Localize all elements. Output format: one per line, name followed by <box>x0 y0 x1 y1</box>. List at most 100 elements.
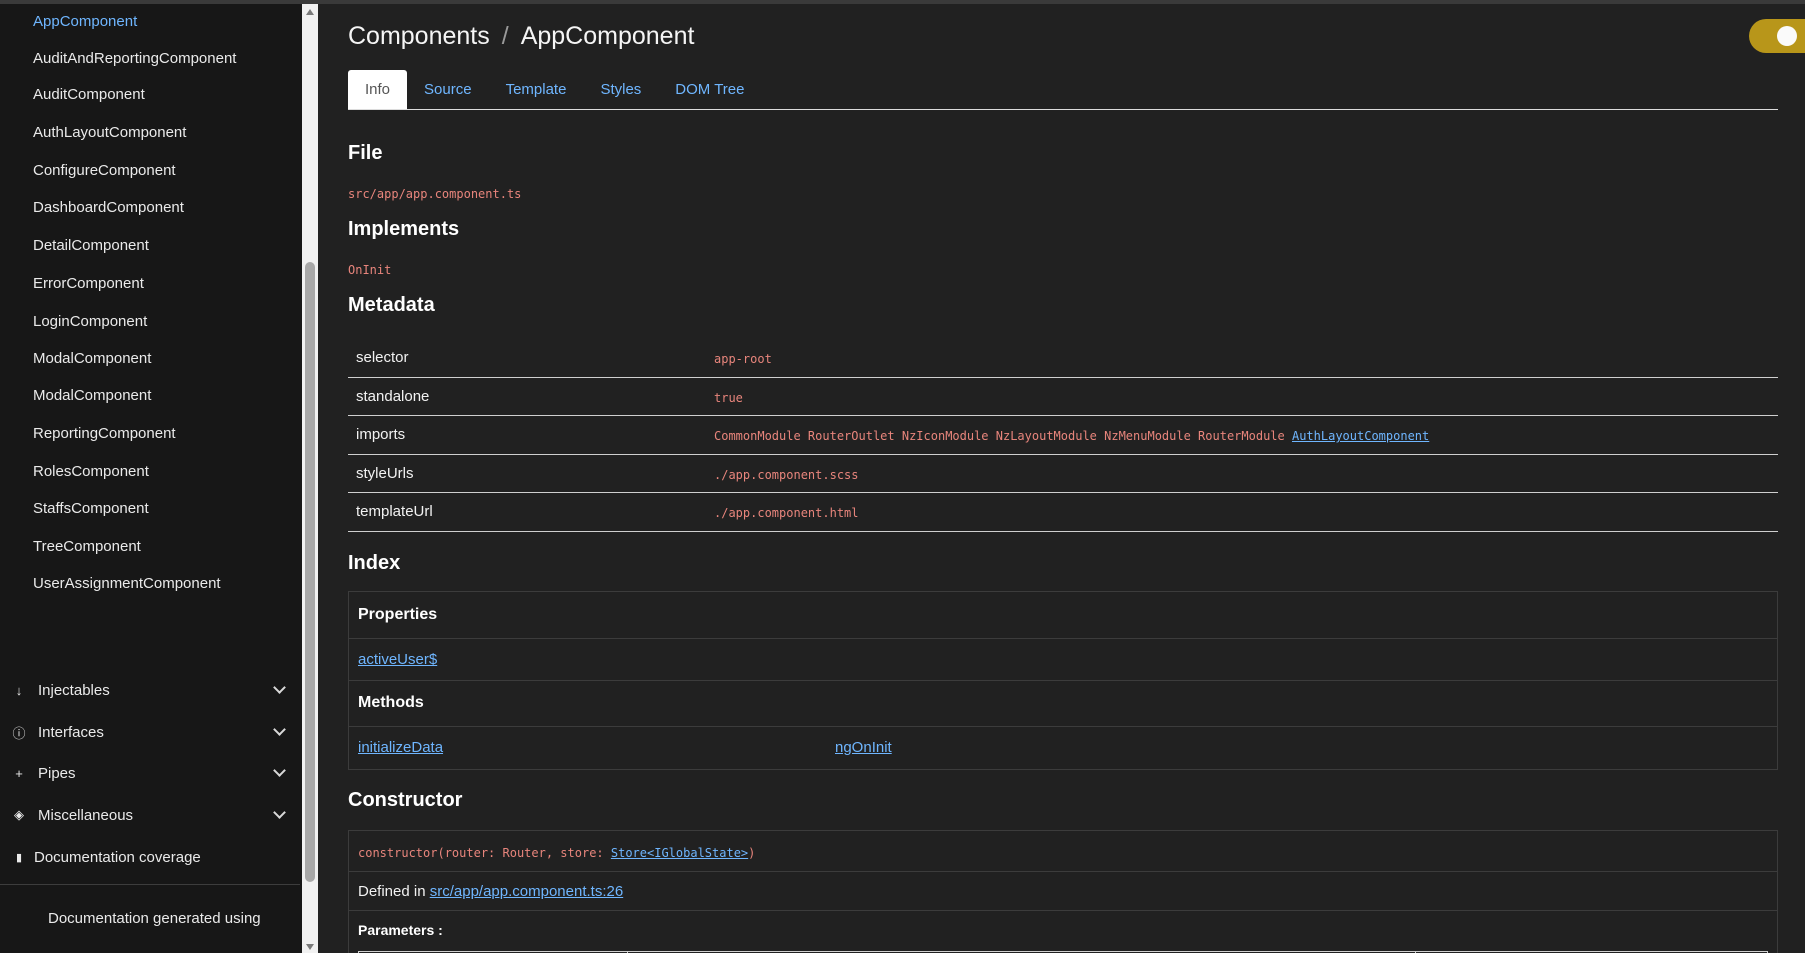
sidebar-group-injectables[interactable]: ↓ Injectables <box>12 677 290 703</box>
sidebar: AppComponent AuditAndReportingComponent … <box>0 4 302 953</box>
metadata-key: styleUrls <box>356 464 414 482</box>
metadata-value: app-root <box>714 352 772 366</box>
index-properties-row: activeUser$ <box>349 639 1777 681</box>
tab-template[interactable]: Template <box>489 70 584 109</box>
parameters-label: Parameters : <box>358 922 443 938</box>
breadcrumb: Components / AppComponent <box>348 22 694 51</box>
chevron-down-icon[interactable] <box>273 764 286 777</box>
sidebar-item-configurecomponent[interactable]: ConfigureComponent <box>33 159 176 183</box>
index-properties-header-row: Properties <box>349 592 1777 639</box>
table-row: templateUrl ./app.component.html <box>348 493 1778 532</box>
constructor-signature: constructor(router: Router, store: Store… <box>358 846 755 860</box>
sidebar-group-miscellaneous[interactable]: ◈ Miscellaneous <box>12 802 290 828</box>
metadata-value: ./app.component.scss <box>714 467 859 482</box>
sidebar-item-modalcomponent-2[interactable]: ModalComponent <box>33 384 151 408</box>
theme-toggle[interactable] <box>1749 19 1805 53</box>
sidebar-scrollbar[interactable] <box>302 4 318 953</box>
metadata-key: selector <box>356 349 409 366</box>
chevron-down-icon[interactable] <box>273 681 286 694</box>
sidebar-item-staffscomponent[interactable]: StaffsComponent <box>33 497 149 521</box>
metadata-heading: Metadata <box>348 294 435 316</box>
index-heading: Index <box>348 552 401 574</box>
sidebar-item-documentation-coverage[interactable]: ▮ Documentation coverage <box>12 844 290 870</box>
divider <box>349 910 1777 911</box>
sidebar-group-pipes[interactable]: + Pipes <box>12 760 290 786</box>
sidebar-item-rolescomponent[interactable]: RolesComponent <box>33 460 149 484</box>
sidebar-group-label: Pipes <box>38 764 76 782</box>
signature-suffix: ) <box>748 846 756 860</box>
implements-heading: Implements <box>348 218 460 240</box>
signature-prefix: constructor(router: Router, store: <box>358 846 611 860</box>
file-heading: File <box>348 142 383 164</box>
tab-dom-tree[interactable]: DOM Tree <box>658 70 761 109</box>
property-link-activeuser[interactable]: activeUser$ <box>358 651 437 668</box>
sidebar-group-label: Miscellaneous <box>38 806 134 824</box>
tab-styles[interactable]: Styles <box>583 70 658 109</box>
defined-in-link[interactable]: src/app/app.component.ts:26 <box>430 883 623 900</box>
tab-info[interactable]: Info <box>348 70 408 109</box>
scroll-down-arrow-icon[interactable] <box>306 944 314 950</box>
metadata-value: ./app.component.html <box>714 506 859 520</box>
breadcrumb-parent[interactable]: Components <box>348 22 490 51</box>
metadata-key: standalone <box>356 387 430 405</box>
method-link-ngoninit[interactable]: ngOnInit <box>835 739 892 756</box>
properties-heading: Properties <box>358 606 438 623</box>
breadcrumb-current: AppComponent <box>520 22 695 50</box>
metadata-key: templateUrl <box>356 503 433 520</box>
authlayoutcomponent-link[interactable]: AuthLayoutComponent <box>1292 429 1429 443</box>
table-row: imports CommonModule RouterOutlet NzIcon… <box>348 416 1778 455</box>
sidebar-item-detailcomponent[interactable]: DetailComponent <box>33 234 149 258</box>
sidebar-item-dashboardcomponent[interactable]: DashboardComponent <box>33 196 184 220</box>
chevron-down-icon[interactable] <box>273 723 286 736</box>
sidebar-item-userassignmentcomponent[interactable]: UserAssignmentComponent <box>33 572 221 596</box>
tab-bar: Info Source Template Styles DOM Tree <box>348 70 1778 110</box>
imports-text: CommonModule RouterOutlet NzIconModule N… <box>714 429 1285 443</box>
sidebar-item-appcomponent[interactable]: AppComponent <box>33 10 137 34</box>
metadata-value: true <box>714 390 743 405</box>
cube-icon: ◈ <box>14 807 24 822</box>
bar-chart-icon: ▮ <box>15 851 23 864</box>
sidebar-item-auditcomponent[interactable]: AuditComponent <box>33 83 145 107</box>
methods-heading: Methods <box>358 694 424 711</box>
sidebar-divider <box>0 884 300 885</box>
scroll-up-arrow-icon[interactable] <box>306 9 314 15</box>
table-row: standalone true <box>348 378 1778 416</box>
sidebar-item-treecomponent[interactable]: TreeComponent <box>33 535 141 559</box>
sidebar-group-label: Injectables <box>38 681 110 699</box>
sidebar-item-authlayoutcomponent[interactable]: AuthLayoutComponent <box>33 121 186 145</box>
sidebar-item-modalcomponent[interactable]: ModalComponent <box>33 347 151 371</box>
arrow-down-icon: ↓ <box>15 682 23 698</box>
file-path: src/app/app.component.ts <box>348 187 522 201</box>
index-methods-header-row: Methods <box>349 681 1777 727</box>
sidebar-item-reportingcomponent[interactable]: ReportingComponent <box>33 422 176 446</box>
constructor-table: constructor(router: Router, store: Store… <box>348 830 1778 953</box>
table-row: styleUrls ./app.component.scss <box>348 455 1778 493</box>
sidebar-coverage-label: Documentation coverage <box>34 848 201 866</box>
sidebar-group-label: Interfaces <box>38 723 104 741</box>
constructor-heading: Constructor <box>348 789 463 811</box>
implements-value: OnInit <box>348 263 392 277</box>
chevron-down-icon[interactable] <box>273 806 286 819</box>
constructor-defined-in: Defined in src/app/app.component.ts:26 <box>358 883 623 900</box>
index-table: Properties activeUser$ Methods initializ… <box>348 591 1778 770</box>
plus-icon: + <box>15 765 23 781</box>
breadcrumb-separator: / <box>501 22 509 50</box>
sidebar-item-auditandreportingcomponent[interactable]: AuditAndReportingComponent <box>33 47 236 71</box>
tab-source[interactable]: Source <box>407 70 489 109</box>
metadata-value-imports: CommonModule RouterOutlet NzIconModule N… <box>714 429 1429 443</box>
metadata-table: selector app-root standalone true import… <box>348 339 1778 532</box>
table-row: selector app-root <box>348 339 1778 378</box>
divider <box>349 871 1777 872</box>
sidebar-footer-text: Documentation generated using <box>48 910 261 927</box>
info-icon: ⓘ <box>12 725 26 741</box>
index-methods-row: initializeData ngOnInit <box>349 727 1777 770</box>
sidebar-item-errorcomponent[interactable]: ErrorComponent <box>33 272 144 296</box>
store-type-link[interactable]: Store<IGlobalState> <box>611 846 748 860</box>
sidebar-item-logincomponent[interactable]: LoginComponent <box>33 310 147 334</box>
main-content: Components / AppComponent Info Source Te… <box>318 4 1805 953</box>
method-link-initializedata[interactable]: initializeData <box>358 739 443 756</box>
scrollbar-thumb[interactable] <box>305 262 315 882</box>
sidebar-group-interfaces[interactable]: ⓘ Interfaces <box>12 719 290 745</box>
defined-in-label: Defined in <box>358 883 430 900</box>
metadata-key: imports <box>356 426 406 443</box>
